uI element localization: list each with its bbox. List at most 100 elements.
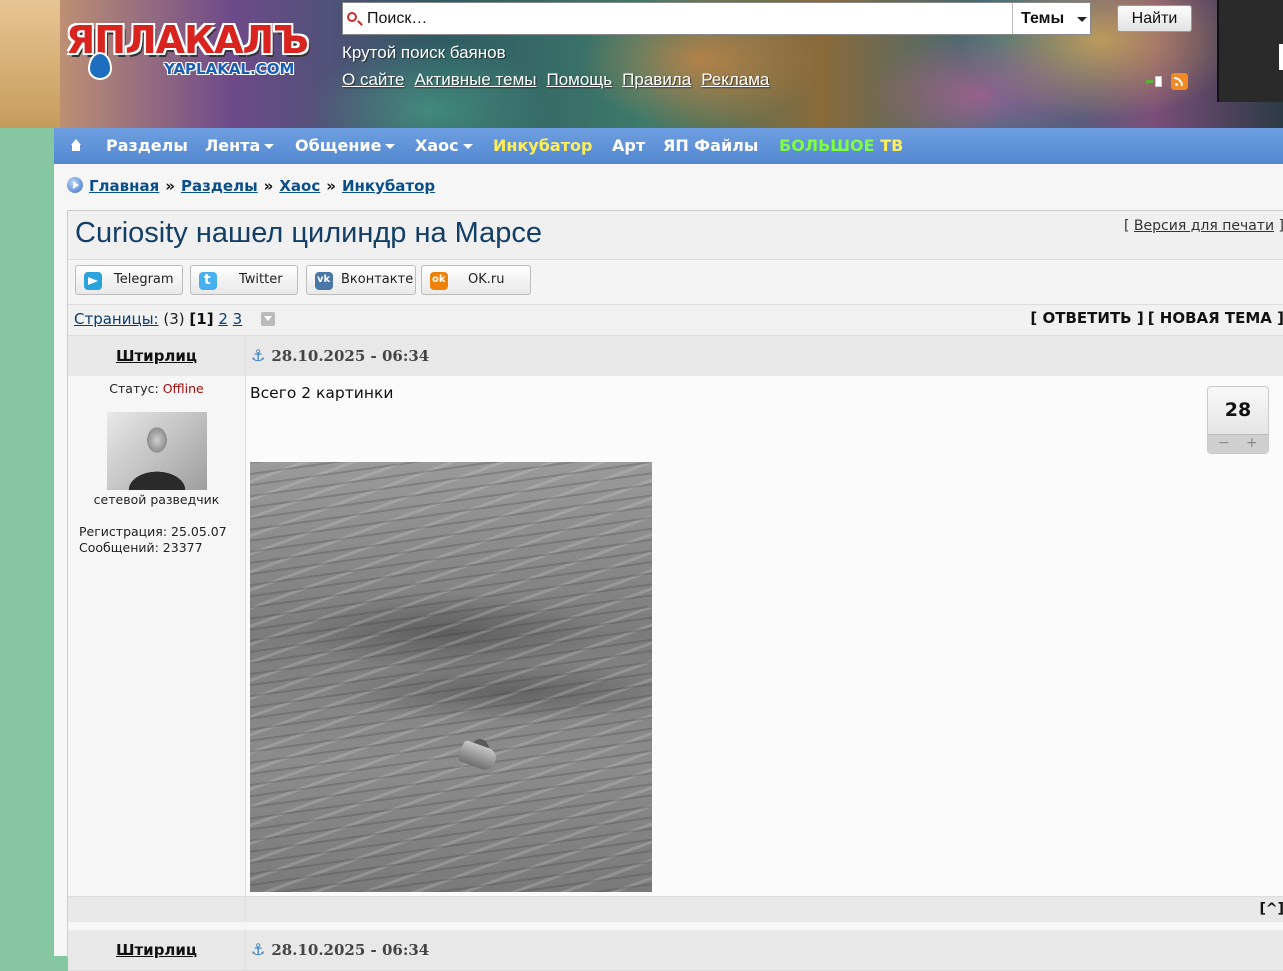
link-ads[interactable]: Реклама [701, 70, 769, 89]
nav-sections[interactable]: Разделы [106, 128, 188, 164]
rating-minus-button[interactable]: − [1218, 435, 1230, 451]
nav-label: Инкубатор [493, 136, 593, 155]
user-title: сетевой разведчик [93, 492, 220, 507]
nav-label: Лента [205, 136, 261, 155]
share-ok-button[interactable]: OK.ru [421, 265, 531, 295]
status-label: Статус: [109, 381, 159, 396]
share-vk-button[interactable]: Вконтакте [306, 265, 416, 295]
chevron-down-icon [385, 144, 396, 149]
breadcrumb-separator: » [165, 177, 175, 195]
breadcrumb-separator: » [263, 177, 274, 195]
post-author-cell: Штирлиц [68, 930, 246, 970]
nav-files[interactable]: ЯП Файлы [663, 128, 758, 164]
breadcrumb-separator: » [326, 177, 336, 195]
share-label: Twitter [239, 272, 283, 287]
breadcrumb-incubator[interactable]: Инкубатор [342, 177, 435, 195]
anchor-icon[interactable]: ⚓ [251, 336, 265, 376]
search-box: Темы [342, 2, 1091, 35]
header-artwork-left [0, 0, 60, 128]
share-twitter-button[interactable]: Twitter [190, 265, 298, 295]
post-header: Штирлиц ⚓ 28.10.2025 - 06:34 [68, 336, 1283, 377]
nav-chat[interactable]: Общение [295, 128, 396, 164]
post-author-link[interactable]: Штирлиц [116, 347, 197, 365]
search-button[interactable]: Найти [1117, 5, 1192, 32]
chevron-down-icon [1077, 17, 1087, 22]
share-bar: Telegram Twitter Вконтакте OK.ru [68, 260, 1283, 305]
site-header: ЯПЛАКАЛЪ YAPLAKAL.COM Темы Найти Крутой … [0, 0, 1283, 128]
post-text: Всего 2 картинки [250, 384, 394, 402]
topic-actions: [ ОТВЕТИТЬ ] [ НОВАЯ ТЕМА ] [1026, 309, 1283, 327]
logo-drop-icon [88, 52, 112, 80]
post-date: ⚓ 28.10.2025 - 06:34 [251, 930, 429, 970]
share-label: Вконтакте [341, 272, 414, 287]
post-date-text: 28.10.2025 - 06:34 [271, 941, 430, 959]
reply-button[interactable]: [ ОТВЕТИТЬ ] [1030, 309, 1143, 327]
user-info: Регистрация: 25.05.07 Сообщений: 23377 [79, 524, 227, 556]
page-link-3[interactable]: 3 [233, 310, 243, 328]
share-label: Telegram [114, 272, 174, 287]
avatar[interactable] [107, 412, 207, 490]
link-rules[interactable]: Правила [622, 70, 691, 89]
telegram-icon [84, 272, 102, 290]
nav-art[interactable]: Арт [612, 128, 645, 164]
rating-score: 28 [1224, 399, 1252, 421]
breadcrumb-home[interactable]: Главная [89, 177, 159, 195]
link-about[interactable]: О сайте [342, 70, 404, 89]
chevron-down-icon [462, 144, 473, 149]
site-logo[interactable]: ЯПЛАКАЛЪ YAPLAKAL.COM [66, 18, 318, 88]
share-telegram-button[interactable]: Telegram [75, 265, 183, 295]
chevron-down-icon [264, 144, 275, 149]
tagline: Крутой поиск баянов [342, 43, 506, 62]
nav-big-tv[interactable]: БОЛЬШОЕ ТВ [779, 128, 903, 164]
ok-icon [430, 272, 448, 290]
topic-panel: Curiosity нашел цилиндр на Марсе [ Верси… [67, 210, 1283, 971]
link-help[interactable]: Помощь [546, 70, 612, 89]
print-version-link[interactable]: Версия для печати [1134, 218, 1274, 234]
current-page: [1] [189, 310, 214, 328]
post-footer-side [68, 897, 246, 923]
topic-title: Curiosity нашел цилиндр на Марсе [75, 217, 543, 249]
breadcrumb: Главная » Разделы » Хаос » Инкубатор [67, 177, 435, 195]
pages-dropdown-icon[interactable] [261, 312, 275, 326]
home-icon[interactable] [69, 139, 83, 153]
twitter-icon [199, 272, 217, 290]
new-topic-button[interactable]: [ НОВАЯ ТЕМА ] [1148, 309, 1283, 327]
logo-subtitle: YAPLAKAL.COM [164, 60, 295, 78]
link-active-topics[interactable]: Активные темы [414, 70, 536, 89]
search-input[interactable] [367, 3, 1007, 34]
post-footer: [^] [68, 896, 1283, 923]
pagination-row: Страницы: (3) [1] 2 3 [ ОТВЕТИТЬ ] [ НОВА… [68, 305, 1283, 336]
breadcrumb-chaos[interactable]: Хаос [279, 177, 320, 195]
nav-label: Хаос [415, 136, 459, 155]
pagination: Страницы: (3) [1] 2 3 [74, 310, 275, 328]
bookmark-icon[interactable] [1146, 76, 1162, 88]
status-value: Offline [162, 381, 204, 396]
nav-chaos[interactable]: Хаос [415, 128, 473, 164]
post-date: ⚓ 28.10.2025 - 06:34 [251, 336, 429, 376]
nav-label: Общение [295, 136, 382, 155]
rss-icon[interactable] [1171, 73, 1188, 90]
nav-label: ЯП Файлы [663, 136, 759, 155]
search-scope-label: Темы [1021, 10, 1065, 27]
vk-icon [315, 272, 333, 290]
nav-label: БОЛЬШОЕ [779, 136, 875, 155]
main-navbar: Разделы Лента Общение Хаос Инкубатор Арт… [54, 128, 1283, 164]
pages-label[interactable]: Страницы: [74, 310, 159, 328]
nav-label-suffix: ТВ [880, 136, 904, 155]
anchor-icon[interactable]: ⚓ [251, 930, 265, 970]
post-author-link[interactable]: Штирлиц [116, 941, 197, 959]
breadcrumb-sections[interactable]: Разделы [181, 177, 258, 195]
post-rating: 28 − + [1207, 386, 1269, 454]
post-date-text: 28.10.2025 - 06:34 [271, 347, 430, 365]
nav-incubator[interactable]: Инкубатор [493, 128, 592, 164]
main-content: Главная » Разделы » Хаос » Инкубатор Curiosity… [54, 164, 1283, 971]
message-count: Сообщений: 23377 [79, 540, 203, 555]
nav-feed[interactable]: Лента [205, 128, 275, 164]
scroll-to-top-link[interactable]: [^] [1259, 901, 1283, 917]
header-links: О сайте Активные темы Помощь Правила Реклама [342, 70, 779, 90]
mars-photo[interactable] [250, 462, 652, 892]
nav-label: Арт [612, 136, 646, 155]
page-link-2[interactable]: 2 [218, 310, 228, 328]
search-scope-select[interactable]: Темы [1012, 3, 1090, 34]
rating-plus-button[interactable]: + [1246, 435, 1258, 451]
